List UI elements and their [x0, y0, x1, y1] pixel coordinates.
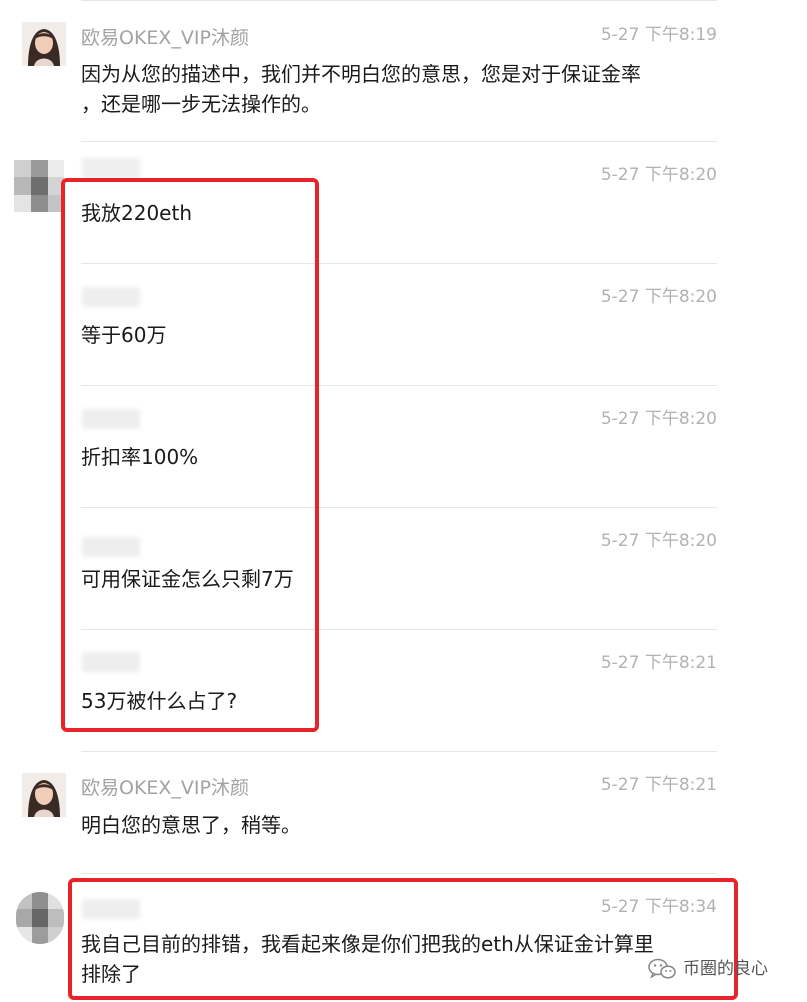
message-time: 5-27 下午8:21	[600, 775, 717, 795]
agent-avatar-image	[22, 773, 66, 817]
sender-name: 欧易OKEX_VIP沐颜	[81, 777, 249, 799]
message-time: 5-27 下午8:20	[600, 287, 717, 307]
watermark-label: 币圈的良心	[683, 959, 768, 979]
highlight-box	[61, 178, 319, 732]
message-time: 5-27 下午8:21	[600, 653, 717, 673]
user-avatar[interactable]	[14, 160, 64, 212]
agent-avatar-image	[22, 22, 66, 66]
message-text[interactable]: 因为从您的描述中，我们并不明白您的意思，您是对于保证金率 ，还是哪一步无法操作的…	[81, 59, 691, 119]
divider	[81, 0, 717, 1]
watermark: 币圈的良心	[647, 955, 768, 983]
user-avatar-image	[16, 892, 64, 944]
message-time: 5-27 下午8:20	[600, 531, 717, 551]
divider	[81, 873, 717, 874]
message-text[interactable]: 明白您的意思了，稍等。	[81, 810, 691, 840]
highlight-box	[68, 878, 738, 1000]
divider	[81, 751, 717, 752]
user-avatar-image	[14, 160, 64, 212]
agent-avatar[interactable]	[22, 773, 66, 817]
message-time: 5-27 下午8:20	[600, 165, 717, 185]
sender-name-redacted	[82, 158, 140, 178]
message-time: 5-27 下午8:19	[600, 25, 717, 45]
agent-avatar[interactable]	[22, 22, 66, 66]
message-time: 5-27 下午8:20	[600, 409, 717, 429]
sender-name: 欧易OKEX_VIP沐颜	[81, 27, 249, 49]
divider	[81, 141, 717, 142]
user-avatar[interactable]	[16, 892, 64, 944]
wechat-icon	[648, 958, 676, 979]
